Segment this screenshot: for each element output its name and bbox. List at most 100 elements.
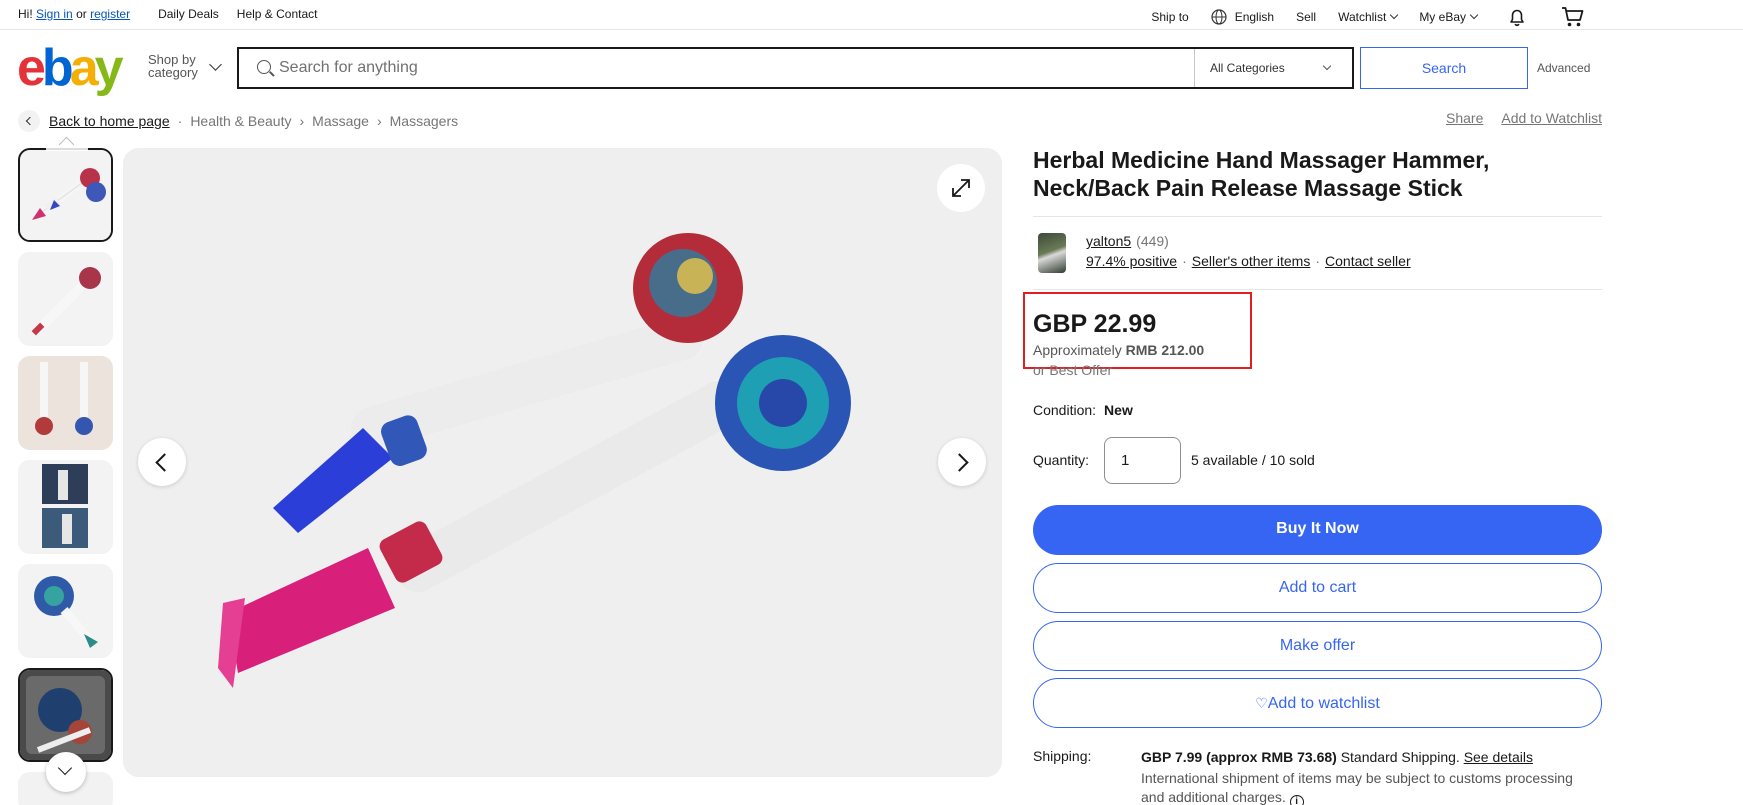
thumbnail[interactable] xyxy=(18,564,113,658)
shipping-type: Standard Shipping. xyxy=(1340,749,1460,765)
breadcrumb-chevron-icon: › xyxy=(376,113,382,129)
watchlist-menu[interactable]: Watchlist xyxy=(1338,10,1399,24)
sell-link[interactable]: Sell xyxy=(1296,10,1316,24)
thumbnail[interactable] xyxy=(18,356,113,450)
sign-in-link[interactable]: Sign in xyxy=(36,7,73,21)
thumbnails-up-arrow-icon[interactable] xyxy=(46,129,88,151)
share-actions: Share Add to Watchlist xyxy=(1446,110,1602,126)
register-link[interactable]: register xyxy=(90,7,130,21)
bell-icon[interactable] xyxy=(1507,7,1527,27)
quantity-label: Quantity: xyxy=(1033,452,1090,468)
product-title: Herbal Medicine Hand Massager Hammer, Ne… xyxy=(1033,147,1490,201)
language-selector[interactable]: English xyxy=(1211,9,1274,25)
add-to-watchlist-label: Add to watchlist xyxy=(1267,695,1380,712)
top-utility-bar: Hi! Sign in or register Daily Deals Help… xyxy=(0,0,1743,30)
shipping-note: International shipment of items may be s… xyxy=(1141,769,1581,805)
shipping-price: GBP 7.99 (approx RMB 73.68) xyxy=(1141,749,1337,765)
availability-text: 5 available / 10 sold xyxy=(1191,452,1315,468)
condition: Condition: New xyxy=(1033,402,1133,418)
daily-deals-link[interactable]: Daily Deals xyxy=(158,7,219,21)
chevron-down-icon xyxy=(1322,61,1332,71)
shipping-label: Shipping: xyxy=(1033,748,1092,764)
ebay-logo[interactable]: ebay xyxy=(17,42,124,94)
next-image-button[interactable] xyxy=(938,438,986,486)
category-label: category xyxy=(148,65,198,80)
shop-by-category-button[interactable]: Shop by category xyxy=(148,53,198,79)
make-offer-button[interactable]: Make offer xyxy=(1033,621,1602,671)
watchlist-label: Watchlist xyxy=(1338,10,1387,24)
category-select-value: All Categories xyxy=(1210,61,1285,75)
seller-avatar[interactable] xyxy=(1038,233,1066,273)
approx-price: Approximately RMB 212.00 xyxy=(1033,342,1204,358)
quantity-input[interactable] xyxy=(1104,437,1181,484)
breadcrumb-item[interactable]: Health & Beauty xyxy=(190,113,291,129)
or-text: or xyxy=(76,7,87,21)
breadcrumb-item[interactable]: Massage xyxy=(312,113,369,129)
seller-name-link[interactable]: yalton5 xyxy=(1086,233,1131,249)
condition-value: New xyxy=(1104,402,1133,418)
search-button[interactable]: Search xyxy=(1360,47,1528,89)
seller-positive-link[interactable]: 97.4% positive xyxy=(1086,253,1177,269)
thumbnail-image xyxy=(20,670,111,760)
greeting-text: Hi! xyxy=(18,7,33,21)
thumbnail-image xyxy=(18,564,113,658)
share-link[interactable]: Share xyxy=(1446,110,1483,126)
add-to-cart-button[interactable]: Add to cart xyxy=(1033,563,1602,613)
thumbnail-image xyxy=(18,252,113,346)
top-right-links: Ship to English Sell Watchlist My eBay xyxy=(1151,6,1585,28)
main-product-image[interactable] xyxy=(123,148,1002,777)
approx-prefix: Approximately xyxy=(1033,342,1122,358)
info-icon[interactable]: i xyxy=(1289,795,1304,805)
previous-image-button[interactable] xyxy=(138,438,186,486)
shipping-info: GBP 7.99 (approx RMB 73.68) Standard Shi… xyxy=(1141,748,1581,767)
thumbnail-image xyxy=(18,356,113,450)
heart-icon: ♡ xyxy=(1255,695,1268,711)
my-ebay-label: My eBay xyxy=(1419,10,1466,24)
contact-seller-link[interactable]: Contact seller xyxy=(1325,253,1411,269)
back-home-link[interactable]: Back to home page xyxy=(49,113,170,129)
search-icon xyxy=(257,60,271,74)
see-details-link[interactable]: See details xyxy=(1464,749,1533,765)
thumbnail-image xyxy=(18,460,113,554)
seller-info: yalton5 (449) xyxy=(1086,233,1169,249)
search-bar: All Categories xyxy=(237,47,1354,89)
breadcrumb-chevron-icon: › xyxy=(299,113,305,129)
add-to-watchlist-link[interactable]: Add to Watchlist xyxy=(1501,110,1602,126)
advanced-search-link[interactable]: Advanced xyxy=(1537,61,1590,75)
breadcrumb-item[interactable]: Massagers xyxy=(390,113,458,129)
globe-icon xyxy=(1211,9,1227,25)
chevron-down-icon xyxy=(1390,10,1399,20)
back-arrow-icon[interactable] xyxy=(18,110,40,132)
chevron-down-icon xyxy=(1469,10,1479,20)
my-ebay-menu[interactable]: My eBay xyxy=(1419,10,1479,24)
condition-label: Condition: xyxy=(1033,402,1097,418)
price: GBP 22.99 xyxy=(1033,310,1157,338)
seller-other-items-link[interactable]: Seller's other items xyxy=(1192,253,1311,269)
account-links: Hi! Sign in or register Daily Deals Help… xyxy=(18,7,318,21)
separator-dot: · xyxy=(1182,253,1187,269)
buy-it-now-button[interactable]: Buy It Now xyxy=(1033,505,1602,555)
help-contact-link[interactable]: Help & Contact xyxy=(237,7,318,21)
thumbnail[interactable] xyxy=(18,460,113,554)
expand-icon xyxy=(952,179,970,197)
breadcrumb-dot: · xyxy=(177,113,183,129)
thumbnail-image xyxy=(20,150,111,240)
language-label: English xyxy=(1234,10,1275,24)
ship-to-link[interactable]: Ship to xyxy=(1151,10,1188,24)
cart-icon[interactable] xyxy=(1561,6,1585,28)
seller-feedback-count[interactable]: (449) xyxy=(1136,233,1169,249)
category-select[interactable]: All Categories xyxy=(1194,49,1352,87)
best-offer-text: or Best Offer xyxy=(1033,362,1113,378)
chevron-down-icon xyxy=(209,58,222,71)
search-input[interactable] xyxy=(279,49,1179,87)
thumbnails-down-arrow-icon[interactable] xyxy=(46,752,86,792)
thumbnail[interactable] xyxy=(18,252,113,346)
shipping-note-text: International shipment of items may be s… xyxy=(1141,770,1573,805)
divider xyxy=(1033,216,1602,217)
divider xyxy=(1033,289,1602,290)
separator-dot: · xyxy=(1315,253,1321,269)
expand-image-button[interactable] xyxy=(937,164,985,212)
thumbnail[interactable] xyxy=(18,668,113,762)
add-to-watchlist-button[interactable]: ♡Add to watchlist xyxy=(1033,678,1602,728)
thumbnail[interactable] xyxy=(18,148,113,242)
